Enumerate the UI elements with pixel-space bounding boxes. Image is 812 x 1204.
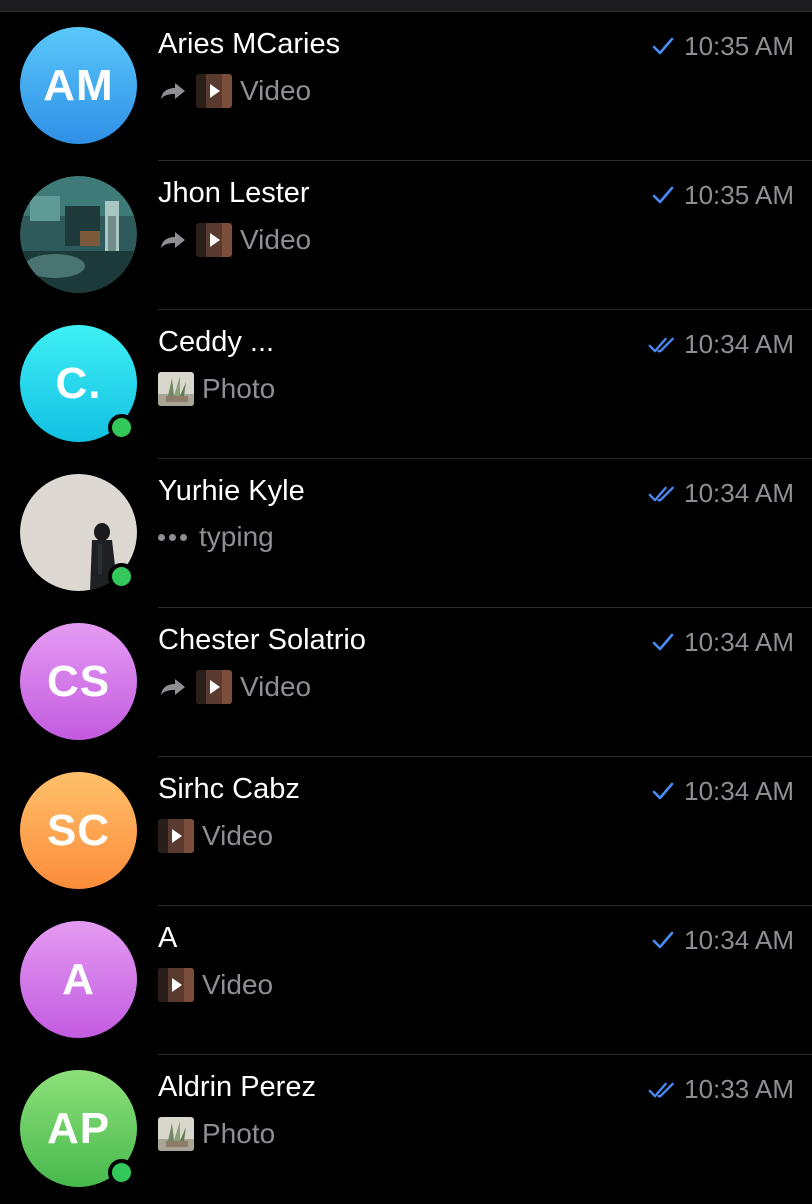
avatar-initials: CS bbox=[46, 656, 111, 706]
chat-time: 10:35 AM bbox=[684, 180, 794, 210]
avatar: AM bbox=[20, 27, 137, 144]
avatar-initials: A bbox=[62, 954, 95, 1004]
chat-meta: 10:34 AM bbox=[648, 329, 794, 360]
chat-time: 10:34 AM bbox=[684, 925, 794, 955]
chat-meta: 10:35 AM bbox=[648, 31, 794, 62]
chat-name: Aldrin Perez bbox=[158, 1071, 316, 1103]
chat-list: AM Aries MCaries 10:35 AM Video Jhon Les… bbox=[0, 12, 812, 1204]
message-preview: Photo bbox=[158, 1117, 275, 1151]
chat-time: 10:35 AM bbox=[684, 31, 794, 61]
chat-meta: 10:34 AM bbox=[648, 627, 794, 658]
avatar: CS bbox=[20, 623, 137, 740]
avatar-initials: SC bbox=[46, 805, 111, 855]
sent-check-icon bbox=[652, 37, 674, 54]
video-thumbnail-icon bbox=[196, 223, 232, 257]
avatar: AP bbox=[20, 1070, 137, 1187]
read-double-check-icon bbox=[648, 337, 674, 352]
avatar bbox=[20, 474, 137, 591]
preview-text: Video bbox=[202, 969, 274, 1000]
typing-indicator-icon bbox=[158, 533, 187, 541]
message-preview: Photo bbox=[158, 372, 275, 406]
preview-text: Video bbox=[240, 224, 312, 255]
chat-time: 10:34 AM bbox=[684, 627, 794, 657]
chat-row-jhon-lester[interactable]: Jhon Lester 10:35 AM Video bbox=[0, 161, 812, 310]
preview-text: Photo bbox=[202, 373, 276, 404]
chat-meta: 10:33 AM bbox=[648, 1074, 794, 1105]
preview-text: Video bbox=[240, 671, 312, 702]
sent-check-icon bbox=[652, 186, 674, 203]
message-preview: typing bbox=[158, 521, 274, 553]
chat-name: Jhon Lester bbox=[158, 177, 310, 209]
chat-time: 10:34 AM bbox=[684, 329, 794, 359]
message-preview: Video bbox=[158, 968, 273, 1002]
chat-name: Sirhc Cabz bbox=[158, 773, 300, 805]
chat-row-chester-solatrio[interactable]: CS Chester Solatrio 10:34 AM Video bbox=[0, 608, 812, 757]
chat-time: 10:33 AM bbox=[684, 1074, 794, 1104]
chat-meta: 10:35 AM bbox=[648, 180, 794, 211]
chat-name: Aries MCaries bbox=[158, 28, 341, 60]
forward-arrow-icon bbox=[161, 232, 185, 248]
chat-row-yurhie-kyle[interactable]: Yurhie Kyle 10:34 AM typing bbox=[0, 459, 812, 608]
message-preview: Video bbox=[158, 223, 311, 257]
read-double-check-icon bbox=[648, 486, 674, 501]
avatar bbox=[20, 176, 137, 293]
chat-time: 10:34 AM bbox=[684, 478, 794, 508]
chat-name: Ceddy ... bbox=[158, 326, 275, 358]
chat-name: Yurhie Kyle bbox=[158, 475, 305, 507]
forward-arrow-icon bbox=[161, 83, 185, 99]
sent-check-icon bbox=[652, 782, 674, 799]
online-status-dot bbox=[108, 563, 135, 590]
preview-text: Video bbox=[240, 75, 312, 106]
video-thumbnail-icon bbox=[196, 670, 232, 704]
preview-text: Photo bbox=[202, 1118, 276, 1149]
message-preview: Video bbox=[158, 670, 311, 704]
read-double-check-icon bbox=[648, 1082, 674, 1097]
online-status-dot bbox=[108, 1159, 135, 1186]
message-preview: Video bbox=[158, 819, 273, 853]
video-thumbnail-icon bbox=[196, 74, 232, 108]
chat-row-aldrin-perez[interactable]: AP Aldrin Perez 10:33 AM Photo bbox=[0, 1055, 812, 1204]
chat-row-a[interactable]: A A 10:34 AM Video bbox=[0, 906, 812, 1055]
chat-name: Chester Solatrio bbox=[158, 624, 366, 656]
chat-time: 10:34 AM bbox=[684, 776, 794, 806]
avatar: A bbox=[20, 921, 137, 1038]
avatar-initials: AM bbox=[43, 60, 114, 110]
avatar: SC bbox=[20, 772, 137, 889]
avatar-initials: C. bbox=[55, 358, 102, 408]
chat-name: A bbox=[158, 922, 178, 954]
sent-check-icon bbox=[652, 931, 674, 948]
avatar: C. bbox=[20, 325, 137, 442]
chat-meta: 10:34 AM bbox=[648, 478, 794, 509]
avatar-initials: AP bbox=[46, 1103, 111, 1153]
preview-text: Video bbox=[202, 820, 274, 851]
chat-meta: 10:34 AM bbox=[648, 776, 794, 807]
online-status-dot bbox=[108, 414, 135, 441]
photo-thumbnail-icon bbox=[158, 372, 194, 406]
chat-row-sirhc-cabz[interactable]: SC Sirhc Cabz 10:34 AM Video bbox=[0, 757, 812, 906]
profile-photo-icon bbox=[20, 176, 137, 293]
video-thumbnail-icon bbox=[158, 968, 194, 1002]
preview-text: typing bbox=[199, 521, 274, 552]
chat-row-ceddy[interactable]: C. Ceddy ... 10:34 AM Photo bbox=[0, 310, 812, 459]
photo-thumbnail-icon bbox=[158, 1117, 194, 1151]
chat-row-aries-mcaries[interactable]: AM Aries MCaries 10:35 AM Video bbox=[0, 12, 812, 161]
sent-check-icon bbox=[652, 633, 674, 650]
video-thumbnail-icon bbox=[158, 819, 194, 853]
top-bar-edge bbox=[0, 0, 812, 12]
message-preview: Video bbox=[158, 74, 311, 108]
chat-meta: 10:34 AM bbox=[648, 925, 794, 956]
forward-arrow-icon bbox=[161, 679, 185, 695]
